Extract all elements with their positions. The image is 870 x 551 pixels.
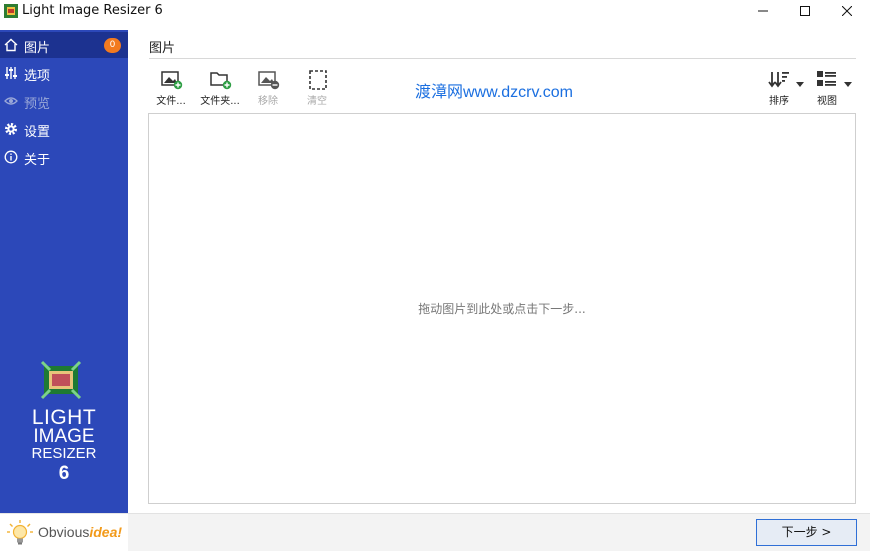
list-view-icon <box>817 71 836 86</box>
add-file-button[interactable]: 文件... <box>149 68 193 108</box>
sidebar: 图片 0 选项 预览 设置 关于 LIGHT IMAGE RESIZER 6 <box>0 30 128 513</box>
close-icon <box>842 6 852 16</box>
add-image-icon <box>161 71 183 90</box>
divider <box>149 58 856 59</box>
tool-label: 文件... <box>156 96 186 107</box>
close-button[interactable] <box>824 0 870 22</box>
drop-hint: 拖动图片到此处或点击下一步... <box>418 302 586 316</box>
sidebar-item-about[interactable]: 关于 <box>0 144 128 170</box>
maximize-icon <box>800 6 810 16</box>
chevron-down-icon <box>796 82 804 87</box>
minimize-button[interactable] <box>740 0 786 22</box>
brand-name: Obviousidea! <box>38 524 122 540</box>
tool-label: 文件夹... <box>200 96 240 107</box>
sliders-icon <box>5 67 17 79</box>
add-folder-button[interactable]: 文件夹... <box>198 68 242 108</box>
sidebar-item-label: 图片 <box>24 41 51 56</box>
watermark-text: 渡漳网www.dzcrv.com <box>415 84 573 101</box>
gear-icon <box>5 123 17 135</box>
info-icon <box>4 150 18 164</box>
title-bar: Light Image Resizer 6 <box>0 0 870 22</box>
tool-label: 移除 <box>258 96 278 107</box>
sidebar-item-label: 设置 <box>24 125 51 140</box>
clear-selection-icon <box>309 70 327 90</box>
sidebar-item-options[interactable]: 选项 <box>0 60 128 86</box>
tool-label: 排序 <box>769 96 789 107</box>
remove-button[interactable]: 移除 <box>246 68 290 108</box>
home-icon <box>4 38 18 52</box>
sidebar-item-settings[interactable]: 设置 <box>0 116 128 142</box>
window-title: Light Image Resizer 6 <box>22 3 163 18</box>
image-drop-zone[interactable]: 拖动图片到此处或点击下一步... <box>148 113 856 504</box>
brand-suffix: idea! <box>89 524 123 540</box>
sidebar-item-label: 预览 <box>24 97 51 112</box>
tool-label: 视图 <box>817 96 837 107</box>
minimize-icon <box>758 10 768 12</box>
page-title: 图片 <box>149 41 176 56</box>
sort-icon <box>768 72 789 88</box>
count-badge: 0 <box>104 38 121 53</box>
remove-image-icon <box>258 71 280 90</box>
sidebar-item-label: 关于 <box>24 153 51 168</box>
eye-icon <box>4 97 18 105</box>
lightbulb-icon <box>7 520 33 545</box>
sidebar-item-pictures[interactable]: 图片 0 <box>0 32 128 58</box>
brand-prefix: Obvious <box>38 524 90 540</box>
logo-version: 6 <box>58 463 70 484</box>
film-frame-icon <box>4 4 18 18</box>
chevron-down-icon <box>844 82 852 87</box>
logo-line: RESIZER <box>31 445 97 462</box>
sidebar-item-preview[interactable]: 预览 <box>0 88 128 114</box>
tool-label: 清空 <box>307 96 327 107</box>
clear-button[interactable]: 清空 <box>295 68 339 108</box>
sidebar-item-label: 选项 <box>24 69 51 84</box>
next-step-button[interactable]: 下一步 > <box>756 519 857 546</box>
view-button[interactable]: 视图 <box>816 70 856 108</box>
maximize-button[interactable] <box>782 0 828 22</box>
sort-button[interactable]: 排序 <box>768 70 808 108</box>
app-logo-icon <box>40 360 82 400</box>
vendor-brand[interactable]: Obviousidea! <box>0 513 128 551</box>
add-folder-icon <box>210 72 232 90</box>
